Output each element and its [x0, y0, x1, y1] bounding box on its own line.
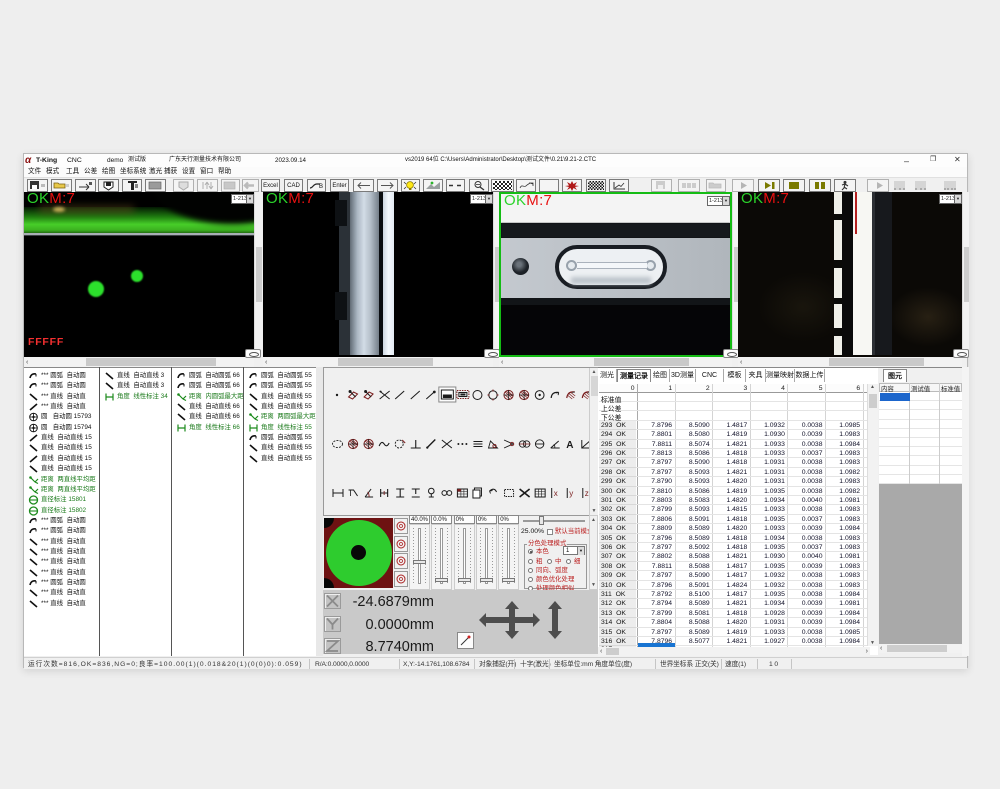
svg-text:x: x	[554, 489, 558, 498]
svg-text:A: A	[566, 440, 573, 451]
svg-text:y: y	[569, 489, 573, 498]
svg-text:B: B	[319, 184, 323, 190]
